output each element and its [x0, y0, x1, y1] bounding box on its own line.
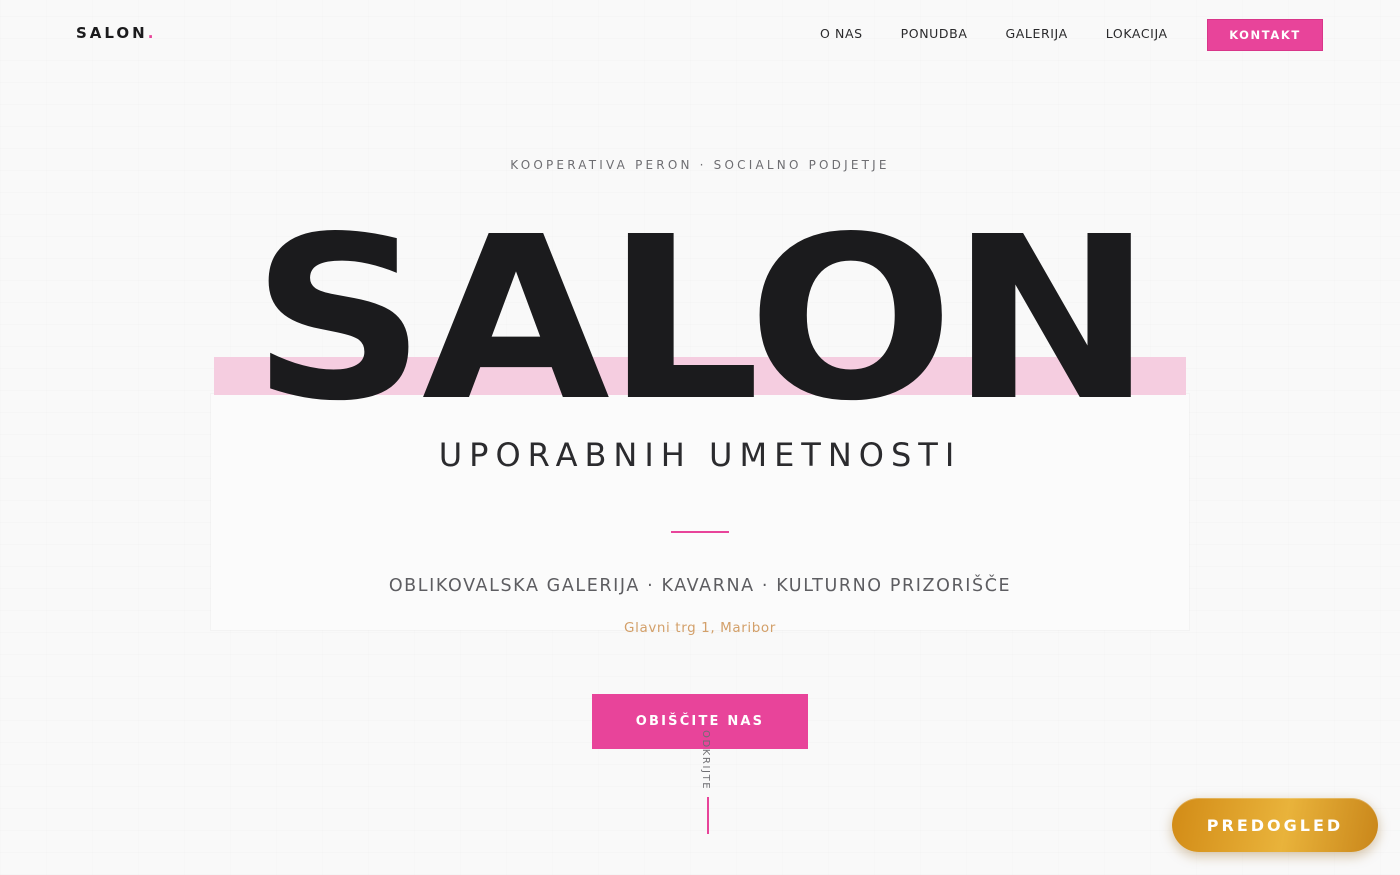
- accent-divider: [671, 531, 729, 533]
- scroll-hint[interactable]: ODKRIJTE: [700, 730, 716, 790]
- nav-link-lokacija[interactable]: LOKACIJA: [1106, 26, 1168, 41]
- hero-title: SALON: [251, 189, 1153, 451]
- nav-link-ponudba[interactable]: PONUDBA: [901, 26, 968, 41]
- main-nav: O NAS PONUDBA GALERIJA LOKACIJA: [820, 26, 1206, 41]
- nav-link-o-nas[interactable]: O NAS: [820, 26, 863, 41]
- site-logo[interactable]: SALON.: [76, 24, 156, 42]
- scroll-hint-text: ODKRIJTE: [700, 730, 711, 791]
- scroll-indicator-line: [707, 797, 709, 834]
- nav-link-galerija[interactable]: GALERIJA: [1005, 26, 1067, 41]
- logo-text: SALON: [76, 24, 148, 42]
- hero-address: Glavni trg 1, Maribor: [624, 620, 776, 636]
- contact-button[interactable]: KONTAKT: [1207, 19, 1323, 51]
- preview-button[interactable]: PREDOGLED: [1172, 798, 1378, 852]
- hero-tagline: OBLIKOVALSKA GALERIJA · KAVARNA · KULTUR…: [388, 576, 1012, 596]
- hero-eyebrow: KOOPERATIVA PERON · SOCIALNO PODJETJE: [510, 158, 890, 172]
- hero-subtitle: UPORABNIH UMETNOSTI: [438, 436, 962, 474]
- logo-dot: .: [147, 24, 157, 42]
